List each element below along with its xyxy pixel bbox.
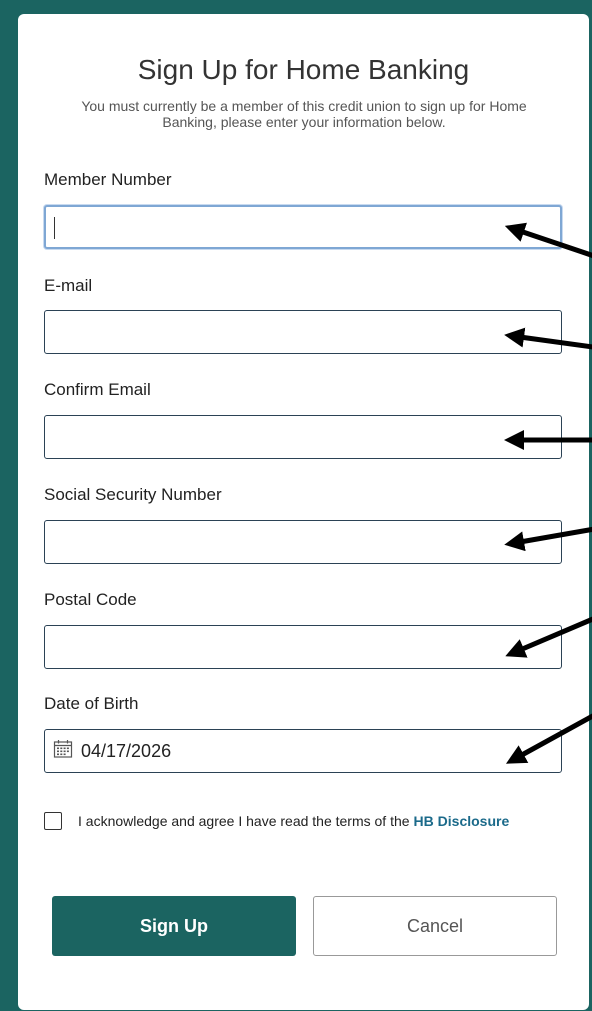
page-title: Sign Up for Home Banking [137,54,470,85]
page-subtitle: You must currently be a member of this c… [81,98,527,130]
postal-code-input[interactable] [44,625,562,669]
calendar-icon[interactable] [53,739,73,764]
date-of-birth-value: 04/17/2026 [81,740,172,761]
signup-card: Sign Up for Home Banking You must curren… [18,14,589,1010]
confirm-email-input[interactable] [44,415,562,459]
member-number-label: Member Number [44,170,172,189]
date-of-birth-label: Date of Birth [44,694,139,713]
confirm-email-label: Confirm Email [44,380,151,399]
signup-button[interactable]: Sign Up [52,896,296,956]
agreement-row: I acknowledge and agree I have read the … [44,812,509,830]
agreement-checkbox[interactable] [44,812,62,830]
ssn-label: Social Security Number [44,485,222,504]
email-label: E-mail [44,276,93,295]
date-of-birth-input[interactable]: 04/17/2026 [44,729,562,773]
agreement-text: I acknowledge and agree I have read the … [78,813,410,829]
postal-code-label: Postal Code [44,590,137,609]
hb-disclosure-link[interactable]: HB Disclosure [414,813,510,829]
ssn-input[interactable] [44,520,562,564]
cancel-button[interactable]: Cancel [313,896,557,956]
email-input[interactable] [44,310,562,354]
member-number-input[interactable] [44,205,562,249]
text-caret [54,217,55,239]
